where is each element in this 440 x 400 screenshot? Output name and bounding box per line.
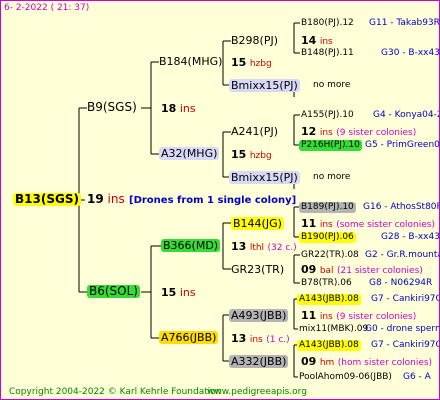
g5-label: G28 - B-xx43 — [381, 232, 440, 242]
sire-sire-year-info: 15 hzbg — [231, 56, 272, 70]
g4-year-info: 09 bal (21 sister colonies) — [301, 263, 423, 277]
pedigree-page: 6- 2-2022 ( 21: 37) B13(SGS) 19 ins [Dro… — [0, 0, 440, 400]
g4-queen[interactable]: B144(JG) — [231, 217, 284, 230]
g4-extra: (21 sister colonies) — [337, 266, 423, 276]
g4-year-info: 11 ins (some sister colonies) — [301, 217, 435, 231]
g5-label: G7 - Cankiri97Q — [371, 294, 440, 304]
sire-sire-tag: hzbg — [249, 59, 272, 69]
sire-dam-year: 15 — [231, 148, 247, 161]
g4-year: 09 — [301, 355, 317, 368]
dam-sire-year: 13 — [231, 240, 247, 253]
g4-tag: ins — [319, 220, 333, 230]
g5-label: G16 - AthosSt80R — [363, 202, 440, 212]
footer-url[interactable]: www.pedigreeapis.org — [207, 387, 307, 398]
sire-year: 18 — [161, 102, 177, 115]
dam-sire-tag: lthl — [249, 243, 265, 253]
g5-queen[interactable]: B189(PJ).10 — [299, 202, 356, 213]
g4-queen[interactable]: Bmixx15(PJ) — [229, 171, 300, 184]
sire-dam-tag: hzbg — [249, 151, 272, 161]
g4-year: 14 — [301, 34, 317, 47]
dam-ins: ins — [179, 286, 196, 299]
g4-queen[interactable]: A332(JBB) — [229, 355, 289, 368]
g4-year: 12 — [301, 125, 317, 138]
g5-queen[interactable]: B180(PJ).12 — [301, 18, 354, 29]
sire-dam-year-info: 15 hzbg — [231, 148, 272, 162]
g5-label: G5 - PrimGreen00 — [365, 140, 440, 150]
g4-year-info: 11 ins (9 sister colonies) — [301, 309, 416, 323]
g5-queen[interactable]: B78(TR).06 — [301, 278, 352, 289]
g5-label: G8 - N06294R — [369, 278, 433, 288]
dam-queen[interactable]: B6(SOL) — [87, 285, 140, 298]
dam-sire-extra: (32 c.) — [267, 243, 297, 253]
footer-copyright: Copyright 2004-2022 © Karl Kehrle Founda… — [9, 387, 222, 397]
g4-tag: ins — [319, 128, 333, 138]
g4-tag: ins — [319, 312, 333, 322]
dam-dam-tag: ins — [249, 335, 263, 345]
sire-year-info: 18 ins — [161, 102, 196, 115]
root-ins: ins — [107, 192, 125, 206]
g5-queen[interactable]: GR22(TR).08 — [301, 250, 359, 261]
g4-year: 11 — [301, 217, 317, 230]
dam-sire-year-info: 13 lthl (32 c.) — [231, 240, 297, 254]
date-line: 6- 2-2022 ( 21: 37) — [4, 3, 90, 13]
g4-tag: ins — [319, 37, 333, 47]
g5-queen[interactable]: A155(PJ).10 — [301, 110, 354, 121]
g5-label: G4 - Konya04-2 — [373, 110, 440, 120]
g5-queen[interactable]: A143(JBB).08 — [297, 340, 361, 351]
g4-extra: (hom sister colonies) — [337, 358, 433, 368]
g5-label: G7 - Cankiri97Q — [371, 340, 440, 350]
g5-label: G6 - A — [403, 372, 431, 382]
g4-tag: bal — [319, 266, 334, 276]
dam-dam-year: 13 — [231, 332, 247, 345]
sire-dam-queen[interactable]: A32(MHG) — [159, 147, 220, 160]
g4-queen[interactable]: A241(PJ) — [231, 125, 278, 138]
dam-year: 15 — [161, 286, 177, 299]
g4-queen[interactable]: A493(JBB) — [229, 309, 289, 322]
g4-queen[interactable]: Bmixx15(PJ) — [229, 79, 300, 92]
g5-queen[interactable]: B190(PJ).06 — [299, 232, 356, 243]
g5-queen[interactable]: PoolAhom09-06(JBB) — [299, 372, 392, 383]
dam-dam-queen[interactable]: A766(JBB) — [159, 331, 219, 344]
g4-no-more: no more — [313, 172, 351, 182]
g4-year: 09 — [301, 263, 317, 276]
g4-year-info: 14 ins — [301, 34, 333, 48]
g4-tag: hm — [319, 358, 335, 368]
root-year-info: 19 ins — [87, 193, 125, 206]
g5-queen[interactable]: B148(PJ).11 — [301, 48, 354, 59]
g4-extra: (9 sister colonies) — [336, 312, 417, 322]
root-year: 19 — [87, 192, 104, 206]
root-queen[interactable]: B13(SGS) — [13, 193, 81, 206]
dam-year-info: 15 ins — [161, 286, 196, 299]
dam-dam-year-info: 13 ins (1 c.) — [231, 332, 290, 346]
g4-no-more: no more — [313, 80, 351, 90]
g4-queen[interactable]: B298(PJ) — [231, 34, 278, 47]
g4-extra: (9 sister colonies) — [336, 128, 417, 138]
g5-queen[interactable]: mix11(MBK).09 — [299, 324, 368, 335]
sire-sire-year: 15 — [231, 56, 247, 69]
g5-label: G0 - drone sperm — [365, 324, 440, 334]
g5-label: G2 - Gr.R.mounta — [365, 250, 440, 260]
dam-dam-extra: (1 c.) — [266, 335, 290, 345]
g5-queen[interactable]: A143(JBB).08 — [297, 294, 361, 305]
g4-extra: (some sister colonies) — [336, 220, 435, 230]
dam-sire-queen[interactable]: B366(MD) — [161, 239, 221, 252]
g5-queen[interactable]: P216H(PJ).10 — [299, 140, 362, 151]
g5-label: G11 - Takab93R — [369, 18, 440, 28]
root-note: [Drones from 1 single colony] — [129, 195, 297, 206]
sire-queen[interactable]: B9(SGS) — [87, 101, 137, 114]
g4-year: 11 — [301, 309, 317, 322]
g4-year-info: 09 hm (hom sister colonies) — [301, 355, 432, 369]
g5-label: G30 - B-xx43 — [381, 48, 440, 58]
sire-sire-queen[interactable]: B184(MHG) — [159, 55, 222, 68]
g4-year-info: 12 ins (9 sister colonies) — [301, 125, 416, 139]
g4-queen[interactable]: GR23(TR) — [231, 263, 284, 276]
sire-ins: ins — [179, 102, 196, 115]
